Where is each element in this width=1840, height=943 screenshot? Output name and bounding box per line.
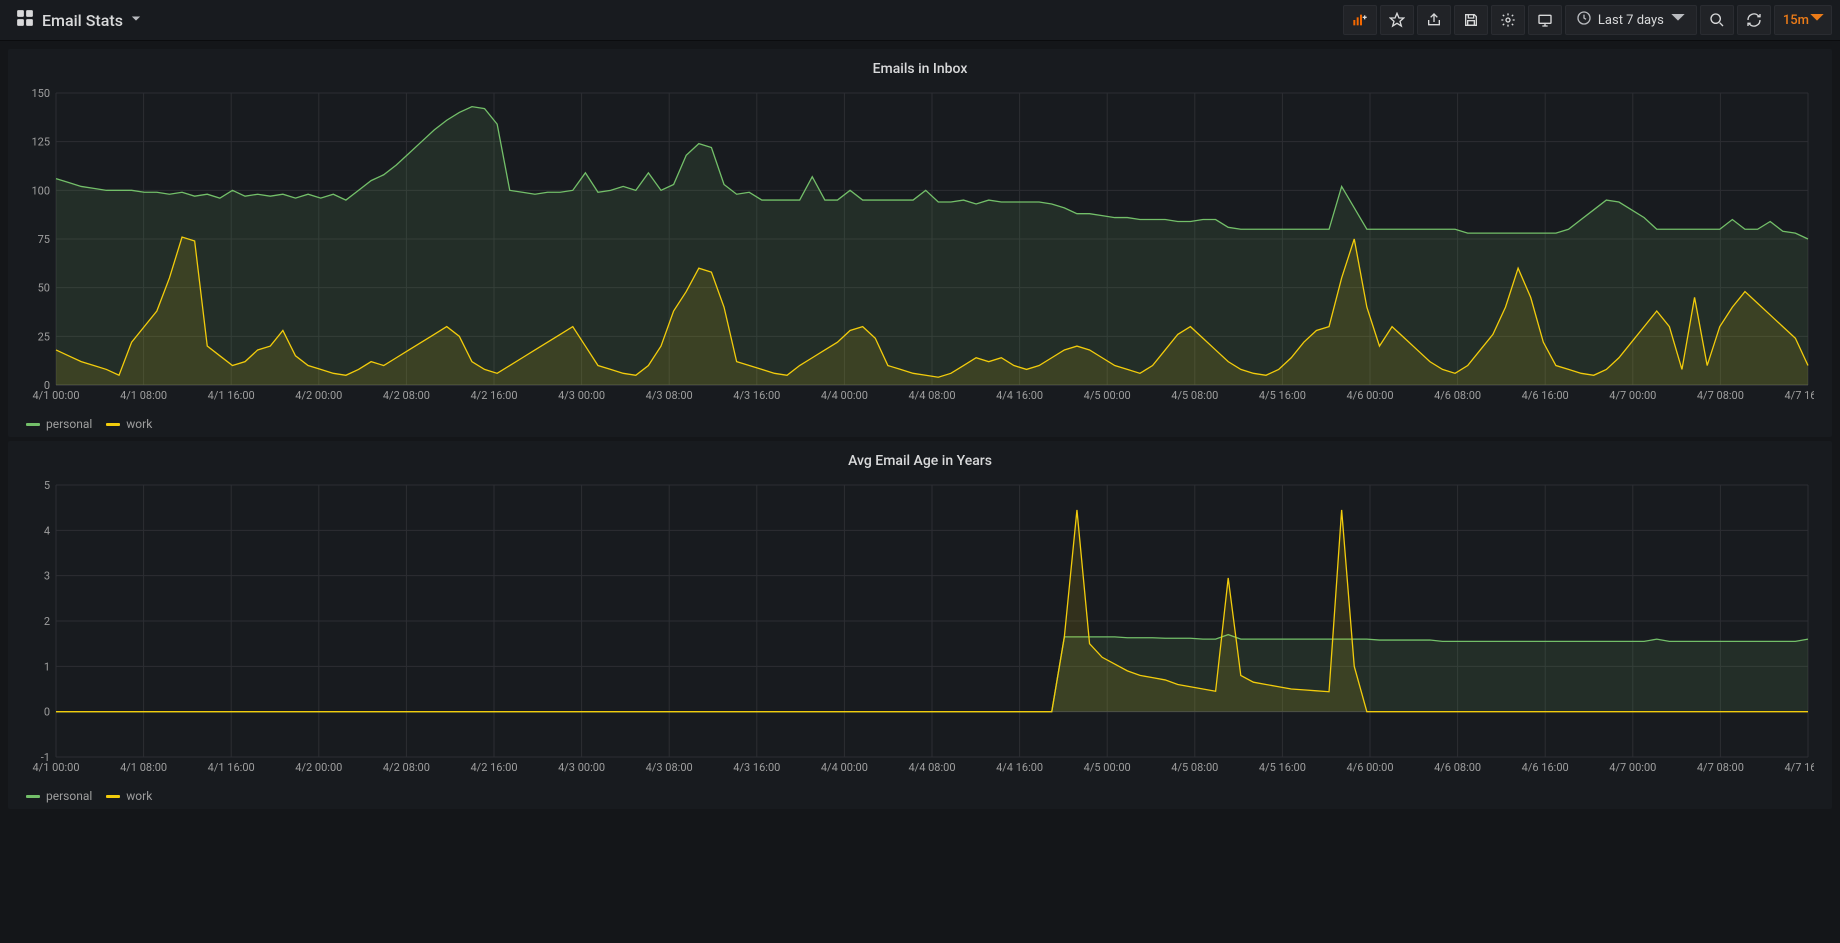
svg-text:4/3 08:00: 4/3 08:00	[646, 761, 693, 774]
svg-text:4/1 00:00: 4/1 00:00	[32, 389, 79, 402]
refresh-interval-dropdown[interactable]: 15m	[1774, 5, 1832, 35]
legend-item-work[interactable]: work	[106, 789, 152, 803]
svg-text:4/5 16:00: 4/5 16:00	[1259, 389, 1306, 402]
legend-item-personal[interactable]: personal	[26, 417, 92, 431]
legend-item-personal[interactable]: personal	[26, 789, 92, 803]
svg-text:4/4 00:00: 4/4 00:00	[821, 389, 868, 402]
legend-swatch	[106, 795, 120, 798]
chart-emails-in-inbox[interactable]: 02550751001251504/1 00:004/1 08:004/1 16…	[20, 87, 1820, 411]
legend: personal work	[20, 411, 1820, 431]
svg-text:1: 1	[44, 660, 50, 673]
dashboard-body: Emails in Inbox 02550751001251504/1 00:0…	[0, 41, 1840, 817]
svg-text:4/2 16:00: 4/2 16:00	[470, 761, 517, 774]
svg-text:4/6 08:00: 4/6 08:00	[1434, 761, 1481, 774]
chevron-down-icon	[131, 13, 141, 28]
svg-text:50: 50	[38, 282, 50, 295]
zoom-out-button[interactable]	[1700, 5, 1734, 35]
cycle-view-button[interactable]	[1528, 5, 1562, 35]
svg-text:4/2 08:00: 4/2 08:00	[383, 761, 430, 774]
toolbar: Email Stats Last 7 days	[0, 0, 1840, 41]
svg-text:125: 125	[31, 136, 50, 149]
star-button[interactable]	[1380, 5, 1414, 35]
time-range-label: Last 7 days	[1598, 13, 1664, 28]
share-button[interactable]	[1417, 5, 1451, 35]
svg-text:4/4 16:00: 4/4 16:00	[996, 389, 1043, 402]
svg-text:4/1 08:00: 4/1 08:00	[120, 761, 167, 774]
svg-text:4/1 08:00: 4/1 08:00	[120, 389, 167, 402]
panel-title[interactable]: Avg Email Age in Years	[20, 449, 1820, 479]
svg-text:4/7 16:00: 4/7 16:00	[1784, 761, 1814, 774]
dashboard-title: Email Stats	[42, 11, 123, 30]
svg-text:2: 2	[44, 615, 50, 628]
legend-swatch	[26, 423, 40, 426]
svg-text:4/4 08:00: 4/4 08:00	[908, 389, 955, 402]
add-panel-button[interactable]	[1343, 5, 1377, 35]
svg-text:4/4 08:00: 4/4 08:00	[908, 761, 955, 774]
panel-emails-in-inbox: Emails in Inbox 02550751001251504/1 00:0…	[8, 49, 1832, 437]
svg-text:0: 0	[44, 706, 50, 719]
svg-text:4/5 08:00: 4/5 08:00	[1171, 761, 1218, 774]
svg-text:3: 3	[44, 570, 50, 583]
toolbar-actions: Last 7 days 15m	[1343, 5, 1832, 35]
svg-text:4/1 00:00: 4/1 00:00	[32, 761, 79, 774]
legend-item-work[interactable]: work	[106, 417, 152, 431]
panel-avg-email-age: Avg Email Age in Years -10123454/1 00:00…	[8, 441, 1832, 809]
svg-text:4/3 00:00: 4/3 00:00	[558, 389, 605, 402]
panel-title[interactable]: Emails in Inbox	[20, 57, 1820, 87]
svg-text:4/4 00:00: 4/4 00:00	[821, 761, 868, 774]
svg-text:4/1 16:00: 4/1 16:00	[208, 389, 255, 402]
svg-text:100: 100	[31, 184, 50, 197]
svg-text:4/3 08:00: 4/3 08:00	[646, 389, 693, 402]
legend-label: personal	[46, 417, 92, 431]
svg-text:4/5 00:00: 4/5 00:00	[1084, 389, 1131, 402]
svg-text:4/6 08:00: 4/6 08:00	[1434, 389, 1481, 402]
svg-text:4/2 16:00: 4/2 16:00	[470, 389, 517, 402]
svg-text:4/3 00:00: 4/3 00:00	[558, 761, 605, 774]
svg-text:4/7 16:00: 4/7 16:00	[1784, 389, 1814, 402]
legend: personal work	[20, 783, 1820, 803]
svg-text:4/3 16:00: 4/3 16:00	[733, 761, 780, 774]
svg-text:4/3 16:00: 4/3 16:00	[733, 389, 780, 402]
save-button[interactable]	[1454, 5, 1488, 35]
svg-text:4: 4	[44, 524, 50, 537]
refresh-interval-label: 15m	[1783, 13, 1809, 28]
svg-text:4/6 00:00: 4/6 00:00	[1346, 389, 1393, 402]
svg-text:4/2 08:00: 4/2 08:00	[383, 389, 430, 402]
svg-text:150: 150	[31, 87, 50, 100]
svg-text:4/5 16:00: 4/5 16:00	[1259, 761, 1306, 774]
svg-text:4/5 00:00: 4/5 00:00	[1084, 761, 1131, 774]
svg-text:4/7 00:00: 4/7 00:00	[1609, 389, 1656, 402]
svg-text:4/4 16:00: 4/4 16:00	[996, 761, 1043, 774]
svg-text:4/7 00:00: 4/7 00:00	[1609, 761, 1656, 774]
svg-text:25: 25	[38, 330, 50, 343]
legend-label: work	[126, 417, 152, 431]
refresh-button[interactable]	[1737, 5, 1771, 35]
svg-text:4/7 08:00: 4/7 08:00	[1697, 761, 1744, 774]
time-range-picker[interactable]: Last 7 days	[1565, 5, 1697, 35]
clock-icon	[1576, 10, 1592, 30]
legend-swatch	[106, 423, 120, 426]
chevron-down-icon	[1670, 10, 1686, 30]
svg-text:5: 5	[44, 479, 50, 492]
chevron-down-icon	[1809, 10, 1825, 30]
legend-swatch	[26, 795, 40, 798]
svg-text:4/6 16:00: 4/6 16:00	[1522, 761, 1569, 774]
legend-label: personal	[46, 789, 92, 803]
settings-button[interactable]	[1491, 5, 1525, 35]
svg-text:4/5 08:00: 4/5 08:00	[1171, 389, 1218, 402]
chart-avg-email-age[interactable]: -10123454/1 00:004/1 08:004/1 16:004/2 0…	[20, 479, 1820, 783]
svg-text:4/2 00:00: 4/2 00:00	[295, 389, 342, 402]
svg-text:4/6 00:00: 4/6 00:00	[1346, 761, 1393, 774]
dashboards-icon	[16, 9, 34, 31]
svg-text:75: 75	[38, 233, 50, 246]
svg-text:4/1 16:00: 4/1 16:00	[208, 761, 255, 774]
legend-label: work	[126, 789, 152, 803]
svg-text:4/2 00:00: 4/2 00:00	[295, 761, 342, 774]
svg-text:4/7 08:00: 4/7 08:00	[1697, 389, 1744, 402]
svg-text:4/6 16:00: 4/6 16:00	[1522, 389, 1569, 402]
dashboard-title-dropdown[interactable]: Email Stats	[8, 5, 149, 35]
